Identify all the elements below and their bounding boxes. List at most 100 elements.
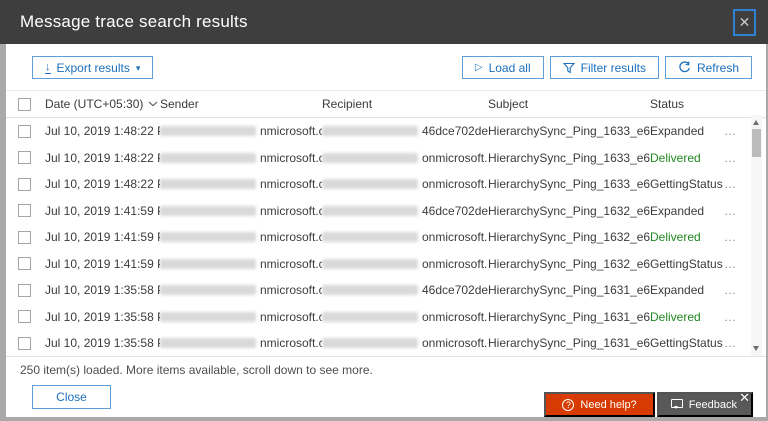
sender-redacted-blur [160, 232, 256, 243]
row-status: Expanded [650, 203, 705, 218]
row-status: Delivered [650, 230, 701, 245]
row-more-button[interactable]: … [724, 151, 744, 165]
table-scrollbar[interactable] [751, 115, 762, 356]
row-date: Jul 10, 2019 1:35:58 PM [45, 336, 160, 351]
select-all-checkbox[interactable] [18, 97, 31, 111]
recipient-visible-text: 46dce702de4... [422, 124, 488, 139]
row-recipient: 46dce702de4... [322, 124, 488, 138]
row-recipient: onmicrosoft.c... [322, 177, 488, 191]
export-results-button[interactable]: ↓ Export results ▾ [32, 56, 154, 79]
need-help-button[interactable]: ? Need help? [544, 392, 655, 417]
row-sender: nmicrosoft.c... [160, 257, 322, 271]
row-date: Jul 10, 2019 1:48:22 PM [45, 150, 160, 165]
sender-visible-text: nmicrosoft.c... [260, 283, 322, 298]
row-checkbox[interactable] [18, 257, 31, 271]
row-subject: HierarchySync_Ping_1631_e63f675a-e... [488, 309, 650, 324]
sender-redacted-blur [160, 126, 256, 137]
sender-redacted-blur [160, 179, 256, 190]
row-more-button[interactable]: … [724, 204, 744, 218]
feedback-bubble-icon [670, 398, 683, 409]
recipient-visible-text: 46dce702de4... [422, 283, 488, 298]
scroll-up-arrow-icon[interactable] [753, 120, 759, 125]
row-recipient: onmicrosoft.... [322, 151, 488, 165]
row-subject: HierarchySync_Ping_1633_e63f675a-e... [488, 177, 650, 192]
filter-results-button[interactable]: Filter results [549, 56, 659, 79]
dialog-titlebar: Message trace search results ✕ [0, 0, 768, 44]
close-icon: ✕ [738, 14, 751, 30]
table-row[interactable]: Jul 10, 2019 1:35:58 PM nmicrosoft.c... … [6, 277, 766, 304]
table-row[interactable]: Jul 10, 2019 1:35:58 PM nmicrosoft.c... … [6, 304, 766, 331]
column-header-sender[interactable]: Sender [160, 97, 322, 111]
refresh-label: Refresh [696, 60, 739, 75]
table-row[interactable]: Jul 10, 2019 1:35:58 PM nmicrosoft.c... … [6, 330, 766, 356]
row-checkbox[interactable] [18, 124, 31, 138]
sender-redacted-blur [160, 285, 256, 296]
recipient-redacted-blur [322, 285, 418, 296]
column-header-status[interactable]: Status [650, 97, 724, 111]
scroll-down-arrow-icon[interactable] [753, 346, 759, 351]
row-date: Jul 10, 2019 1:35:58 PM [45, 283, 160, 298]
row-status: GettingStatus [650, 336, 723, 351]
dialog-panel: ↓ Export results ▾ ▷ Load all Filter res… [6, 44, 766, 417]
download-icon: ↓ [45, 60, 51, 74]
row-checkbox[interactable] [18, 151, 31, 165]
row-subject: HierarchySync_Ping_1633_e63f675a-e... [488, 124, 650, 139]
row-recipient: onmicrosoft.c... [322, 336, 488, 350]
row-date: Jul 10, 2019 1:48:22 PM [45, 177, 160, 192]
play-icon: ▷ [474, 61, 483, 73]
row-recipient: 46dce702de4... [322, 283, 488, 297]
column-header-recipient[interactable]: Recipient [322, 97, 488, 111]
row-checkbox[interactable] [18, 177, 31, 191]
row-date: Jul 10, 2019 1:48:22 PM [45, 124, 160, 139]
row-more-button[interactable]: … [724, 336, 744, 350]
row-status: GettingStatus [650, 256, 723, 271]
export-results-label: Export results [56, 60, 130, 75]
table-row[interactable]: Jul 10, 2019 1:48:22 PM nmicrosoft.c... … [6, 145, 766, 172]
row-status: Expanded [650, 283, 705, 298]
row-sender: nmicrosoft.c... [160, 124, 322, 138]
table-row[interactable]: Jul 10, 2019 1:48:22 PM nmicrosoft.c... … [6, 118, 766, 145]
sender-visible-text: nmicrosoft.c... [260, 203, 322, 218]
help-bar-close-icon[interactable]: ✕ [739, 391, 750, 404]
table-row[interactable]: Jul 10, 2019 1:41:59 PM nmicrosoft.c... … [6, 198, 766, 225]
scrollbar-thumb[interactable] [752, 129, 761, 157]
dialog-close-button[interactable]: ✕ [733, 9, 756, 36]
sender-visible-text: nmicrosoft.c... [260, 150, 322, 165]
row-checkbox[interactable] [18, 230, 31, 244]
row-more-button[interactable]: … [724, 124, 744, 138]
row-more-button[interactable]: … [724, 177, 744, 191]
sender-visible-text: nmicrosoft.c... [260, 177, 322, 192]
row-recipient: onmicrosoft.c... [322, 257, 488, 271]
row-more-button[interactable]: … [724, 257, 744, 271]
table-header: Date (UTC+05:30) Sender Recipient Subjec… [6, 91, 766, 118]
row-more-button[interactable]: … [724, 310, 744, 324]
refresh-icon [679, 61, 690, 73]
row-subject: HierarchySync_Ping_1632_e63f675a-e... [488, 203, 650, 218]
table-row[interactable]: Jul 10, 2019 1:41:59 PM nmicrosoft.c... … [6, 224, 766, 251]
table-row[interactable]: Jul 10, 2019 1:41:59 PM nmicrosoft.c... … [6, 251, 766, 278]
chevron-down-icon: ▾ [135, 62, 141, 73]
recipient-redacted-blur [322, 258, 418, 269]
row-more-button[interactable]: … [724, 230, 744, 244]
sender-visible-text: nmicrosoft.c... [260, 124, 322, 139]
refresh-button[interactable]: Refresh [664, 56, 752, 79]
sender-redacted-blur [160, 258, 256, 269]
load-all-button[interactable]: ▷ Load all [461, 56, 544, 79]
column-header-subject[interactable]: Subject [488, 97, 650, 111]
column-header-date[interactable]: Date (UTC+05:30) [45, 97, 160, 111]
feedback-label: Feedback [688, 398, 737, 411]
recipient-visible-text: 46dce702de4... [422, 203, 488, 218]
row-checkbox[interactable] [18, 336, 31, 350]
row-status: Delivered [650, 309, 701, 324]
filter-results-label: Filter results [580, 60, 646, 75]
row-more-button[interactable]: … [724, 283, 744, 297]
row-checkbox[interactable] [18, 204, 31, 218]
row-date: Jul 10, 2019 1:41:59 PM [45, 203, 160, 218]
close-button[interactable]: Close [32, 385, 111, 409]
help-bar: ? Need help? Feedback [544, 392, 753, 417]
row-checkbox[interactable] [18, 283, 31, 297]
sender-redacted-blur [160, 152, 256, 163]
table-row[interactable]: Jul 10, 2019 1:48:22 PM nmicrosoft.c... … [6, 171, 766, 198]
row-sender: nmicrosoft.c... [160, 230, 322, 244]
row-checkbox[interactable] [18, 310, 31, 324]
